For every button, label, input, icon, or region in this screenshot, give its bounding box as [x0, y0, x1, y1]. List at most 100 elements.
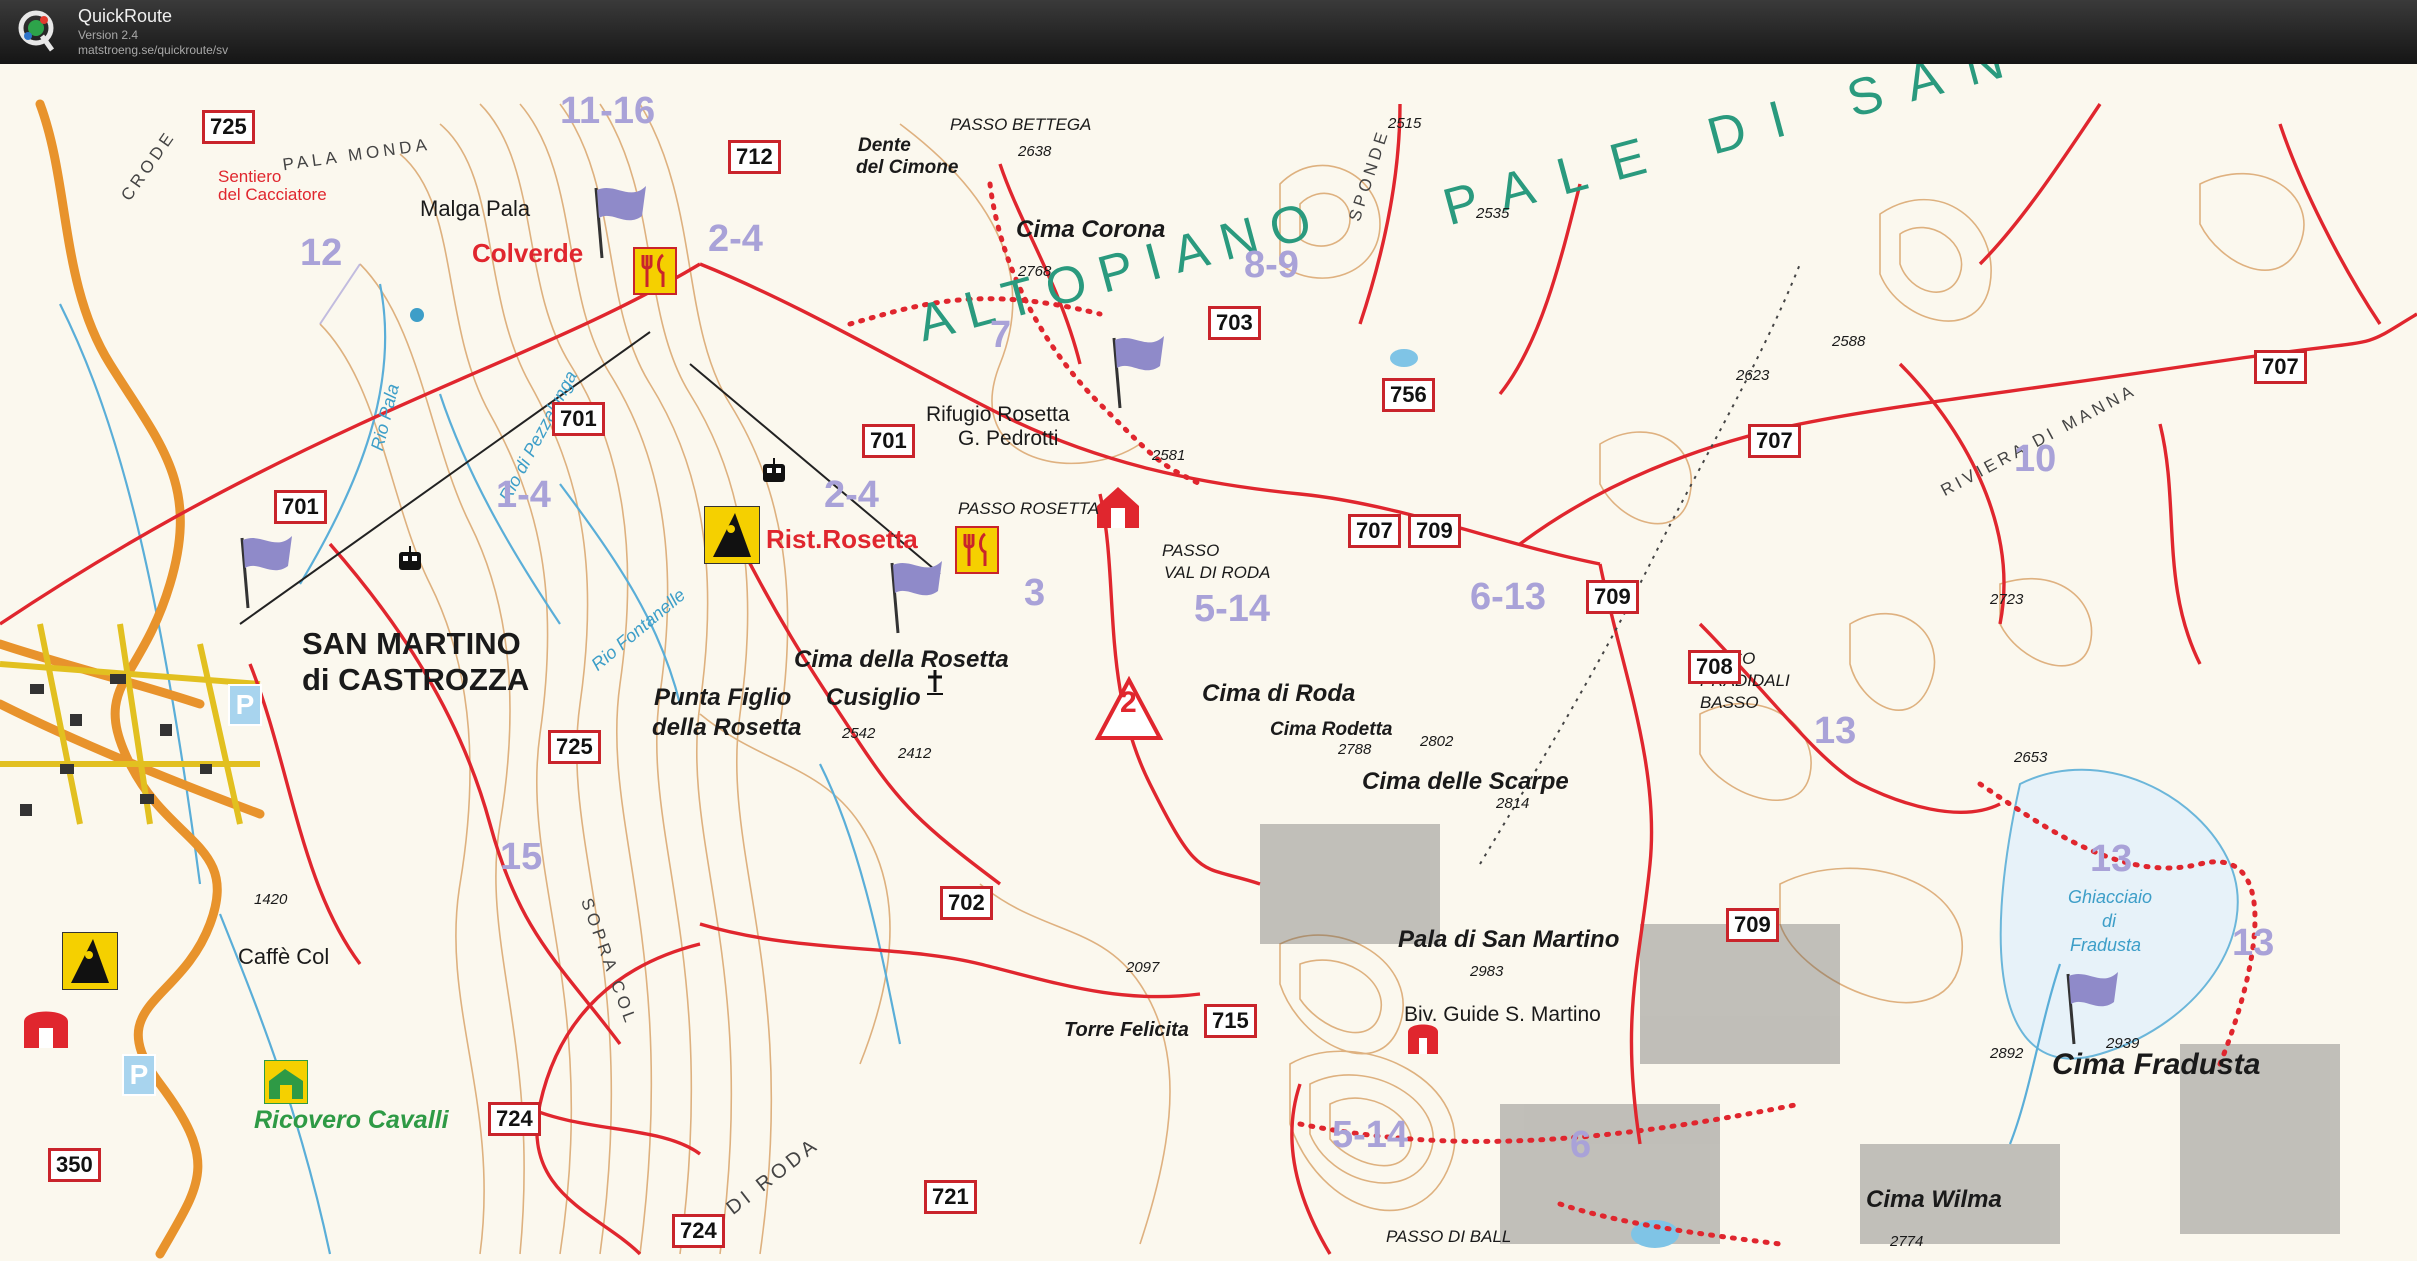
climbing-icon[interactable]	[704, 506, 760, 564]
cable-car-icon	[763, 458, 785, 482]
course-label: 12	[300, 232, 343, 274]
trail-number-box[interactable]: 709	[1726, 908, 1779, 942]
elevation-label: 2623	[1736, 367, 1770, 384]
trail-number-box[interactable]: 702	[940, 886, 993, 920]
place-biv-guide: Biv. Guide S. Martino	[1404, 1003, 1601, 1026]
lake	[1390, 349, 1418, 367]
poi-colverde: Colverde	[472, 238, 584, 268]
trail-number-box[interactable]: 724	[488, 1102, 541, 1136]
pass-pradidali-3: BASSO	[1700, 693, 1759, 712]
parking-icon: P	[228, 684, 262, 726]
trail-number-box[interactable]: 721	[924, 1180, 977, 1214]
trail-number-box[interactable]: 701	[274, 490, 327, 524]
trail-number-box[interactable]: 707	[1748, 424, 1801, 458]
place-cima-corona: Cima Corona	[1016, 216, 1166, 243]
place-cima-wilma: Cima Wilma	[1866, 1186, 2002, 1213]
town-name-2: di CASTROZZA	[302, 662, 530, 697]
trail-number-box[interactable]: 712	[728, 140, 781, 174]
trail-number-box[interactable]: 715	[1204, 1004, 1257, 1038]
pass-di-ball: PASSO DI BALL	[1386, 1227, 1512, 1246]
flag-icon[interactable]	[590, 182, 650, 262]
trail-number-box[interactable]: 701	[552, 402, 605, 436]
place-cima-della-rosetta: Cima della Rosetta	[794, 646, 1009, 673]
elevation-label: 2588	[1832, 333, 1866, 350]
course-label: 11-16	[560, 90, 656, 132]
trail-number-box[interactable]: 756	[1382, 378, 1435, 412]
poi-ricovero-cavalli: Ricovero Cavalli	[254, 1106, 449, 1134]
elevation-label: 2535	[1476, 205, 1510, 222]
trail-label-sentiero: Sentiero	[218, 167, 282, 186]
elevation-label: 2581	[1152, 447, 1186, 464]
flag-icon[interactable]	[1108, 332, 1168, 412]
trail-number-box[interactable]: 725	[548, 730, 601, 764]
glacier-label-3: Fradusta	[2070, 935, 2142, 955]
quickroute-logo-icon	[18, 10, 55, 52]
place-punta-figlio: Punta Figlio	[654, 684, 792, 711]
pass-val-di-roda-2: VAL DI RODA	[1164, 563, 1271, 582]
app-version: Version 2.4	[78, 28, 139, 42]
course-label: 6-13	[1470, 576, 1547, 618]
course-label: 13	[2232, 922, 2275, 964]
trail-number-box[interactable]: 707	[2254, 350, 2307, 384]
course-label: 13	[2090, 838, 2133, 880]
course-label: 1-4	[496, 474, 551, 516]
elevation-label: 2542	[842, 725, 876, 742]
title-bar: QuickRoute Version 2.4 matstroeng.se/qui…	[0, 0, 2417, 64]
trail-number-box[interactable]: 707	[1348, 514, 1401, 548]
place-g-pedrotti: G. Pedrotti	[958, 427, 1059, 450]
course-label: 5-14	[1332, 1114, 1409, 1156]
poi-rist-rosetta: Rist.Rosetta	[766, 524, 918, 554]
elevation-label: 2638	[1018, 143, 1052, 160]
trail-number-box[interactable]: 708	[1688, 650, 1741, 684]
place-malga-pala: Malga Pala	[420, 196, 531, 221]
course-label: 13	[1814, 710, 1857, 752]
course-label: 15	[500, 836, 543, 878]
trail-number-box[interactable]: 725	[202, 110, 255, 144]
parking-icon: P	[122, 1054, 156, 1096]
trail-number-box[interactable]: 701	[862, 424, 915, 458]
place-pala-di-san-martino: Pala di San Martino	[1398, 926, 1620, 953]
elevation-label: 2983	[1470, 963, 1504, 980]
flag-icon[interactable]	[886, 557, 946, 637]
place-rifugio-rosetta: Rifugio Rosetta	[926, 403, 1070, 426]
place-torre-felicita: Torre Felicita	[1064, 1019, 1189, 1041]
climbing-icon[interactable]	[62, 932, 118, 990]
course-label: 8-9	[1244, 244, 1299, 286]
glacier-label-1: Ghiacciaio	[2068, 887, 2153, 907]
place-cima-di-roda: Cima di Roda	[1202, 680, 1356, 707]
elevation-label: 2515	[1388, 115, 1422, 132]
warning-number: 2	[1120, 686, 1137, 719]
course-label: 2-4	[708, 218, 763, 260]
trail-number-box[interactable]: 724	[672, 1214, 725, 1248]
town-name-1: SAN MARTINO	[302, 626, 521, 661]
place-cima-fradusta: Cima Fradusta	[2052, 1048, 2261, 1081]
flag-icon[interactable]	[236, 532, 296, 612]
pass-val-di-roda-1: PASSO	[1162, 541, 1220, 560]
elevation-label: 2939	[2106, 1035, 2140, 1052]
elevation-label: 2653	[2014, 749, 2048, 766]
pass-rosetta: PASSO ROSETTA	[958, 499, 1100, 518]
elevation-label: 1420	[254, 891, 288, 908]
place-cima-delle-scarpe: Cima delle Scarpe	[1362, 768, 1569, 795]
course-label: 5-14	[1194, 588, 1271, 630]
place-cima-rodetta: Cima Rodetta	[1270, 719, 1393, 740]
restaurant-icon[interactable]	[955, 526, 999, 574]
pass-bettega: PASSO BETTEGA	[950, 115, 1092, 134]
trail-number-box[interactable]: 709	[1408, 514, 1461, 548]
trail-number-box[interactable]: 709	[1586, 580, 1639, 614]
course-label: 10	[2014, 438, 2057, 480]
elevation-label: 2774	[1890, 1233, 1924, 1250]
contour-lines	[319, 103, 2305, 1255]
hut-icon[interactable]	[1094, 484, 1142, 530]
elevation-label: 2814	[1496, 795, 1530, 812]
map-canvas[interactable]: P P ALTOPIANO PALE DI SAN SAN MARTINO di…	[0, 64, 2417, 1261]
place-della-rosetta: della Rosetta	[652, 714, 802, 741]
app-url[interactable]: matstroeng.se/quickroute/sv	[78, 43, 228, 57]
hut-icon[interactable]	[22, 1004, 70, 1050]
place-caffe-col: Caffè Col	[238, 944, 330, 969]
elevation-label: 2892	[1990, 1045, 2024, 1062]
trail-number-box[interactable]: 703	[1208, 306, 1261, 340]
trail-number-box[interactable]: 350	[48, 1148, 101, 1182]
elevation-label: 2802	[1420, 733, 1454, 750]
trail-label-cacciatore: del Cacciatore	[218, 185, 327, 204]
